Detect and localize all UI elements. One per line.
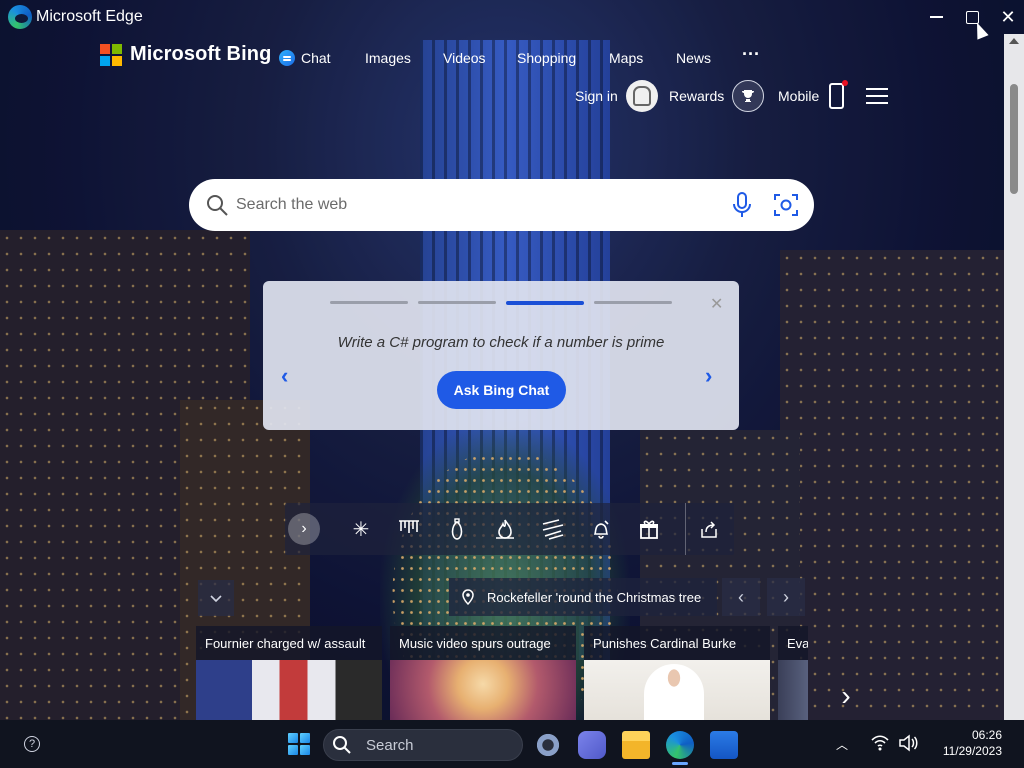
bell-icon[interactable] bbox=[588, 516, 614, 542]
bing-logo[interactable]: Microsoft Bing bbox=[100, 43, 271, 66]
card-progress bbox=[330, 301, 672, 305]
image-caption[interactable]: Rockefeller 'round the Christmas tree bbox=[449, 578, 717, 616]
minimize-icon bbox=[929, 16, 943, 18]
active-app-indicator bbox=[672, 762, 688, 765]
nav-videos[interactable]: Videos bbox=[443, 48, 486, 68]
gift-icon[interactable] bbox=[636, 516, 662, 542]
nav-chat-label: Chat bbox=[301, 50, 331, 66]
news-thumbnail bbox=[584, 660, 770, 720]
microphone-icon[interactable] bbox=[730, 191, 754, 219]
snowflake-icon[interactable]: ✳ bbox=[348, 516, 374, 542]
chat-prompt: Write a C# program to check if a number … bbox=[337, 334, 665, 351]
tray-chevron-up-icon[interactable]: ︿ bbox=[836, 736, 848, 753]
search-bar[interactable] bbox=[189, 179, 814, 231]
microsoft-logo-icon bbox=[100, 43, 122, 66]
background-toolbar: › ✳ bbox=[285, 503, 734, 555]
minimize-button[interactable] bbox=[918, 0, 954, 34]
icicles-icon[interactable] bbox=[396, 516, 422, 542]
wifi-icon[interactable] bbox=[870, 734, 890, 752]
progress-step[interactable] bbox=[330, 301, 408, 304]
nav-shopping[interactable]: Shopping bbox=[517, 48, 576, 68]
toolbar-separator bbox=[685, 503, 686, 555]
settings-gear-icon[interactable] bbox=[534, 731, 562, 759]
sign-in-label: Sign in bbox=[575, 88, 618, 104]
close-button[interactable]: ✕ bbox=[990, 0, 1024, 34]
taskbar-search-label: Search bbox=[366, 736, 414, 754]
scroll-thumb[interactable] bbox=[1010, 84, 1018, 194]
news-headline: Music video spurs outrage bbox=[390, 626, 576, 660]
clock-time: 06:26 bbox=[971, 728, 1002, 742]
next-image-button[interactable]: › bbox=[767, 578, 805, 616]
edge-logo-icon bbox=[8, 5, 32, 29]
system-clock[interactable]: 06:26 11/29/2023 bbox=[930, 727, 1002, 759]
nav-maps[interactable]: Maps bbox=[609, 48, 643, 68]
store-icon[interactable] bbox=[710, 731, 738, 759]
close-card-icon[interactable]: ✕ bbox=[710, 294, 723, 314]
file-explorer-icon[interactable] bbox=[622, 731, 650, 759]
news-card[interactable]: Eva bbox=[778, 626, 808, 720]
search-input[interactable] bbox=[236, 193, 716, 217]
window-title: Microsoft Edge bbox=[36, 8, 143, 25]
teams-icon[interactable] bbox=[578, 731, 606, 759]
volume-icon[interactable] bbox=[898, 734, 918, 752]
collapse-feed-button[interactable] bbox=[198, 580, 234, 616]
chat-bubble-icon bbox=[279, 50, 295, 66]
chevron-down-icon bbox=[210, 595, 222, 603]
progress-step-active[interactable] bbox=[506, 301, 584, 305]
news-card[interactable]: Music video spurs outrage bbox=[390, 626, 576, 720]
phone-icon bbox=[829, 80, 849, 109]
sign-in-button[interactable]: Sign in bbox=[575, 80, 658, 112]
news-thumbnail bbox=[778, 660, 808, 720]
snow-wind-icon[interactable] bbox=[540, 516, 566, 542]
help-icon[interactable]: ? bbox=[24, 736, 40, 752]
nav-news[interactable]: News bbox=[676, 48, 711, 68]
caption-text: Rockefeller 'round the Christmas tree bbox=[487, 589, 702, 605]
toolbar-next-icon[interactable]: › bbox=[288, 513, 320, 545]
ask-bing-chat-button[interactable]: Ask Bing Chat bbox=[437, 371, 566, 409]
edge-taskbar-icon[interactable] bbox=[666, 731, 694, 759]
user-avatar-icon bbox=[625, 80, 658, 112]
clock-date: 11/29/2023 bbox=[942, 744, 1002, 758]
news-headline: Punishes Cardinal Burke bbox=[584, 626, 770, 660]
news-thumbnail bbox=[196, 660, 382, 720]
trophy-icon bbox=[732, 80, 765, 112]
start-button[interactable] bbox=[288, 733, 310, 755]
location-pin-icon bbox=[462, 589, 474, 605]
page-scrollbar[interactable] bbox=[1004, 34, 1024, 720]
visual-search-icon[interactable] bbox=[772, 191, 800, 219]
news-card[interactable]: Fournier charged w/ assault bbox=[196, 626, 382, 720]
rewards-label: Rewards bbox=[669, 88, 725, 104]
title-bar: Microsoft Edge ✕ bbox=[0, 0, 1024, 34]
nav-images[interactable]: Images bbox=[365, 48, 411, 68]
fire-icon[interactable] bbox=[492, 516, 518, 542]
rewards-button[interactable]: Rewards bbox=[669, 80, 765, 112]
news-next-arrow-icon[interactable]: › bbox=[826, 676, 866, 716]
ornament-icon[interactable] bbox=[444, 516, 470, 542]
news-headline: Eva bbox=[778, 626, 808, 660]
search-icon bbox=[207, 195, 228, 216]
news-headline: Fournier charged w/ assault bbox=[196, 626, 382, 660]
share-icon[interactable] bbox=[696, 516, 722, 542]
taskbar-search[interactable]: Search bbox=[323, 729, 523, 761]
search-icon bbox=[333, 736, 351, 754]
mobile-label: Mobile bbox=[778, 88, 820, 104]
prev-image-button[interactable]: ‹ bbox=[722, 578, 760, 616]
nav-chat[interactable]: Chat bbox=[279, 48, 331, 68]
bing-logo-text: Microsoft Bing bbox=[130, 43, 272, 65]
scroll-up-arrow-icon[interactable] bbox=[1009, 38, 1019, 44]
progress-step[interactable] bbox=[594, 301, 672, 304]
card-next-arrow-icon[interactable]: › bbox=[705, 363, 712, 389]
nav-more-button[interactable]: ··· bbox=[742, 44, 760, 64]
progress-step[interactable] bbox=[418, 301, 496, 304]
menu-hamburger-icon[interactable] bbox=[866, 88, 888, 104]
card-prev-arrow-icon[interactable]: ‹ bbox=[281, 363, 288, 389]
news-thumbnail bbox=[390, 660, 576, 720]
chat-suggestion-card: ✕ ‹ Write a C# program to check if a num… bbox=[263, 281, 739, 430]
news-card[interactable]: Punishes Cardinal Burke bbox=[584, 626, 770, 720]
mobile-button[interactable]: Mobile bbox=[778, 80, 849, 112]
